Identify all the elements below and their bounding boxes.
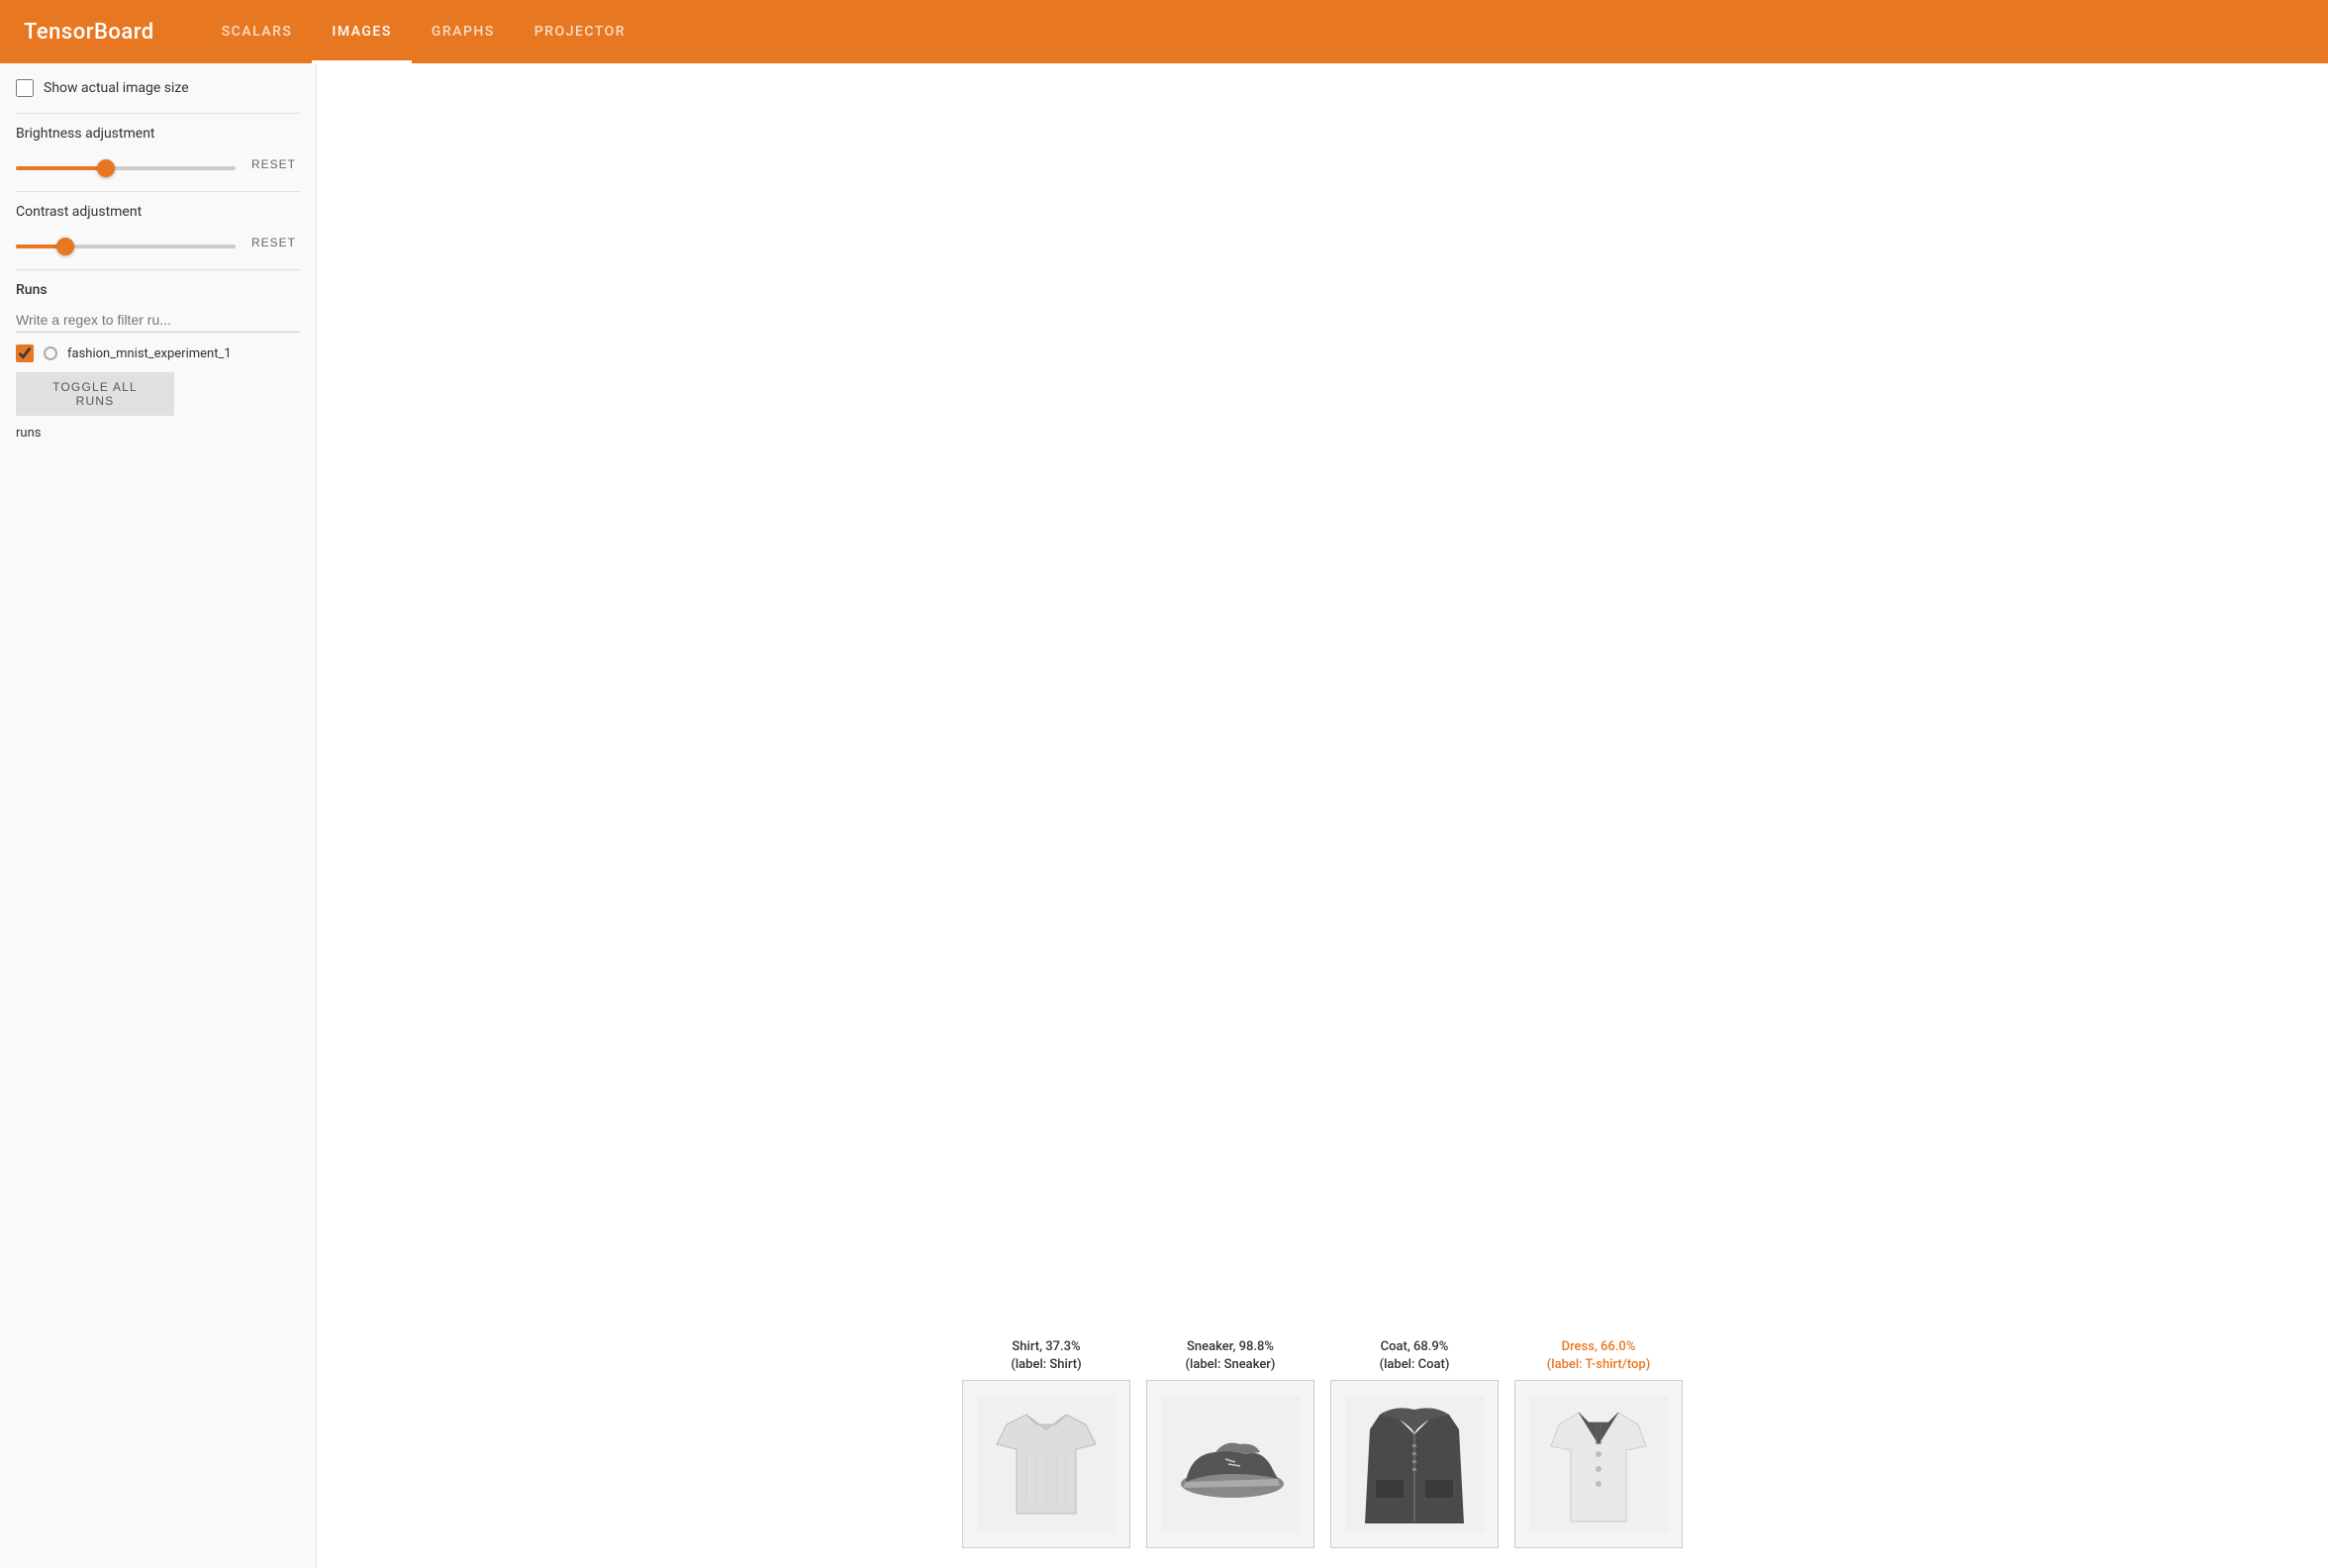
main-layout: Show actual image size Brightness adjust… bbox=[0, 63, 2328, 1568]
caption-line2-dress: (label: T-shirt/top) bbox=[1547, 1356, 1650, 1374]
contrast-reset-btn[interactable]: RESET bbox=[247, 232, 300, 253]
sidebar: Show actual image size Brightness adjust… bbox=[0, 63, 317, 1568]
caption-line2-sneaker: (label: Sneaker) bbox=[1186, 1356, 1276, 1374]
shirt-svg bbox=[977, 1395, 1116, 1533]
runs-section: Runs fashion_mnist_experiment_1 TOGGLE A… bbox=[16, 282, 300, 441]
image-box-dress bbox=[1514, 1380, 1683, 1548]
show-actual-size-label: Show actual image size bbox=[44, 80, 189, 96]
runs-footer-label: runs bbox=[16, 426, 300, 441]
caption-line2-shirt: (label: Shirt) bbox=[1011, 1356, 1081, 1374]
brightness-reset-btn[interactable]: RESET bbox=[247, 153, 300, 175]
sneaker-svg bbox=[1161, 1395, 1300, 1533]
nav-images[interactable]: IMAGES bbox=[312, 0, 411, 63]
brightness-slider[interactable] bbox=[16, 166, 236, 170]
image-caption-sneaker: Sneaker, 98.8% (label: Sneaker) bbox=[1186, 1338, 1276, 1374]
nav-projector[interactable]: PROJECTOR bbox=[515, 0, 645, 63]
image-card-coat: Coat, 68.9% (label: Coat) bbox=[1330, 1338, 1499, 1548]
image-box-coat bbox=[1330, 1380, 1499, 1548]
images-grid: Shirt, 37.3% (label: Shirt) bbox=[337, 1338, 2308, 1548]
runs-section-label: Runs bbox=[16, 282, 300, 298]
divider-3 bbox=[16, 269, 300, 270]
nav-scalars[interactable]: SCALARS bbox=[202, 0, 313, 63]
contrast-slider-row: RESET bbox=[16, 232, 300, 253]
main-nav: SCALARS IMAGES GRAPHS PROJECTOR bbox=[202, 0, 645, 63]
show-actual-size-row: Show actual image size bbox=[16, 79, 300, 97]
contrast-slider[interactable] bbox=[16, 245, 236, 248]
app-logo: TensorBoard bbox=[24, 20, 154, 45]
caption-line1-coat: Coat, 68.9% bbox=[1380, 1338, 1450, 1356]
toggle-all-runs-button[interactable]: TOGGLE ALL RUNS bbox=[16, 372, 174, 416]
run-color-dot bbox=[44, 346, 57, 360]
brightness-section: Brightness adjustment RESET bbox=[16, 126, 300, 175]
image-card-sneaker: Sneaker, 98.8% (label: Sneaker) bbox=[1146, 1338, 1314, 1548]
caption-line2-coat: (label: Coat) bbox=[1380, 1356, 1450, 1374]
run-checkbox[interactable] bbox=[16, 344, 34, 362]
runs-filter-input[interactable] bbox=[16, 308, 300, 333]
brightness-label: Brightness adjustment bbox=[16, 126, 300, 142]
divider-1 bbox=[16, 113, 300, 114]
show-actual-size-checkbox[interactable] bbox=[16, 79, 34, 97]
main-content: Shirt, 37.3% (label: Shirt) bbox=[317, 63, 2328, 1568]
contrast-slider-container bbox=[16, 234, 236, 252]
dress-svg bbox=[1529, 1395, 1668, 1533]
run-name: fashion_mnist_experiment_1 bbox=[67, 346, 232, 361]
image-box-sneaker bbox=[1146, 1380, 1314, 1548]
caption-line1-shirt: Shirt, 37.3% bbox=[1011, 1338, 1081, 1356]
image-caption-shirt: Shirt, 37.3% (label: Shirt) bbox=[1011, 1338, 1081, 1374]
caption-line1-dress: Dress, 66.0% bbox=[1547, 1338, 1650, 1356]
image-caption-coat: Coat, 68.9% (label: Coat) bbox=[1380, 1338, 1450, 1374]
divider-2 bbox=[16, 191, 300, 192]
caption-line1-sneaker: Sneaker, 98.8% bbox=[1186, 1338, 1276, 1356]
image-caption-dress: Dress, 66.0% (label: T-shirt/top) bbox=[1547, 1338, 1650, 1374]
contrast-section: Contrast adjustment RESET bbox=[16, 204, 300, 253]
app-header: TensorBoard SCALARS IMAGES GRAPHS PROJEC… bbox=[0, 0, 2328, 63]
brightness-slider-container bbox=[16, 155, 236, 174]
image-card-dress: Dress, 66.0% (label: T-shirt/top) bbox=[1514, 1338, 1683, 1548]
image-box-shirt bbox=[962, 1380, 1130, 1548]
run-item: fashion_mnist_experiment_1 bbox=[16, 344, 300, 362]
nav-graphs[interactable]: GRAPHS bbox=[412, 0, 515, 63]
brightness-slider-row: RESET bbox=[16, 153, 300, 175]
image-card-shirt: Shirt, 37.3% (label: Shirt) bbox=[962, 1338, 1130, 1548]
contrast-label: Contrast adjustment bbox=[16, 204, 300, 220]
coat-svg bbox=[1345, 1395, 1484, 1533]
